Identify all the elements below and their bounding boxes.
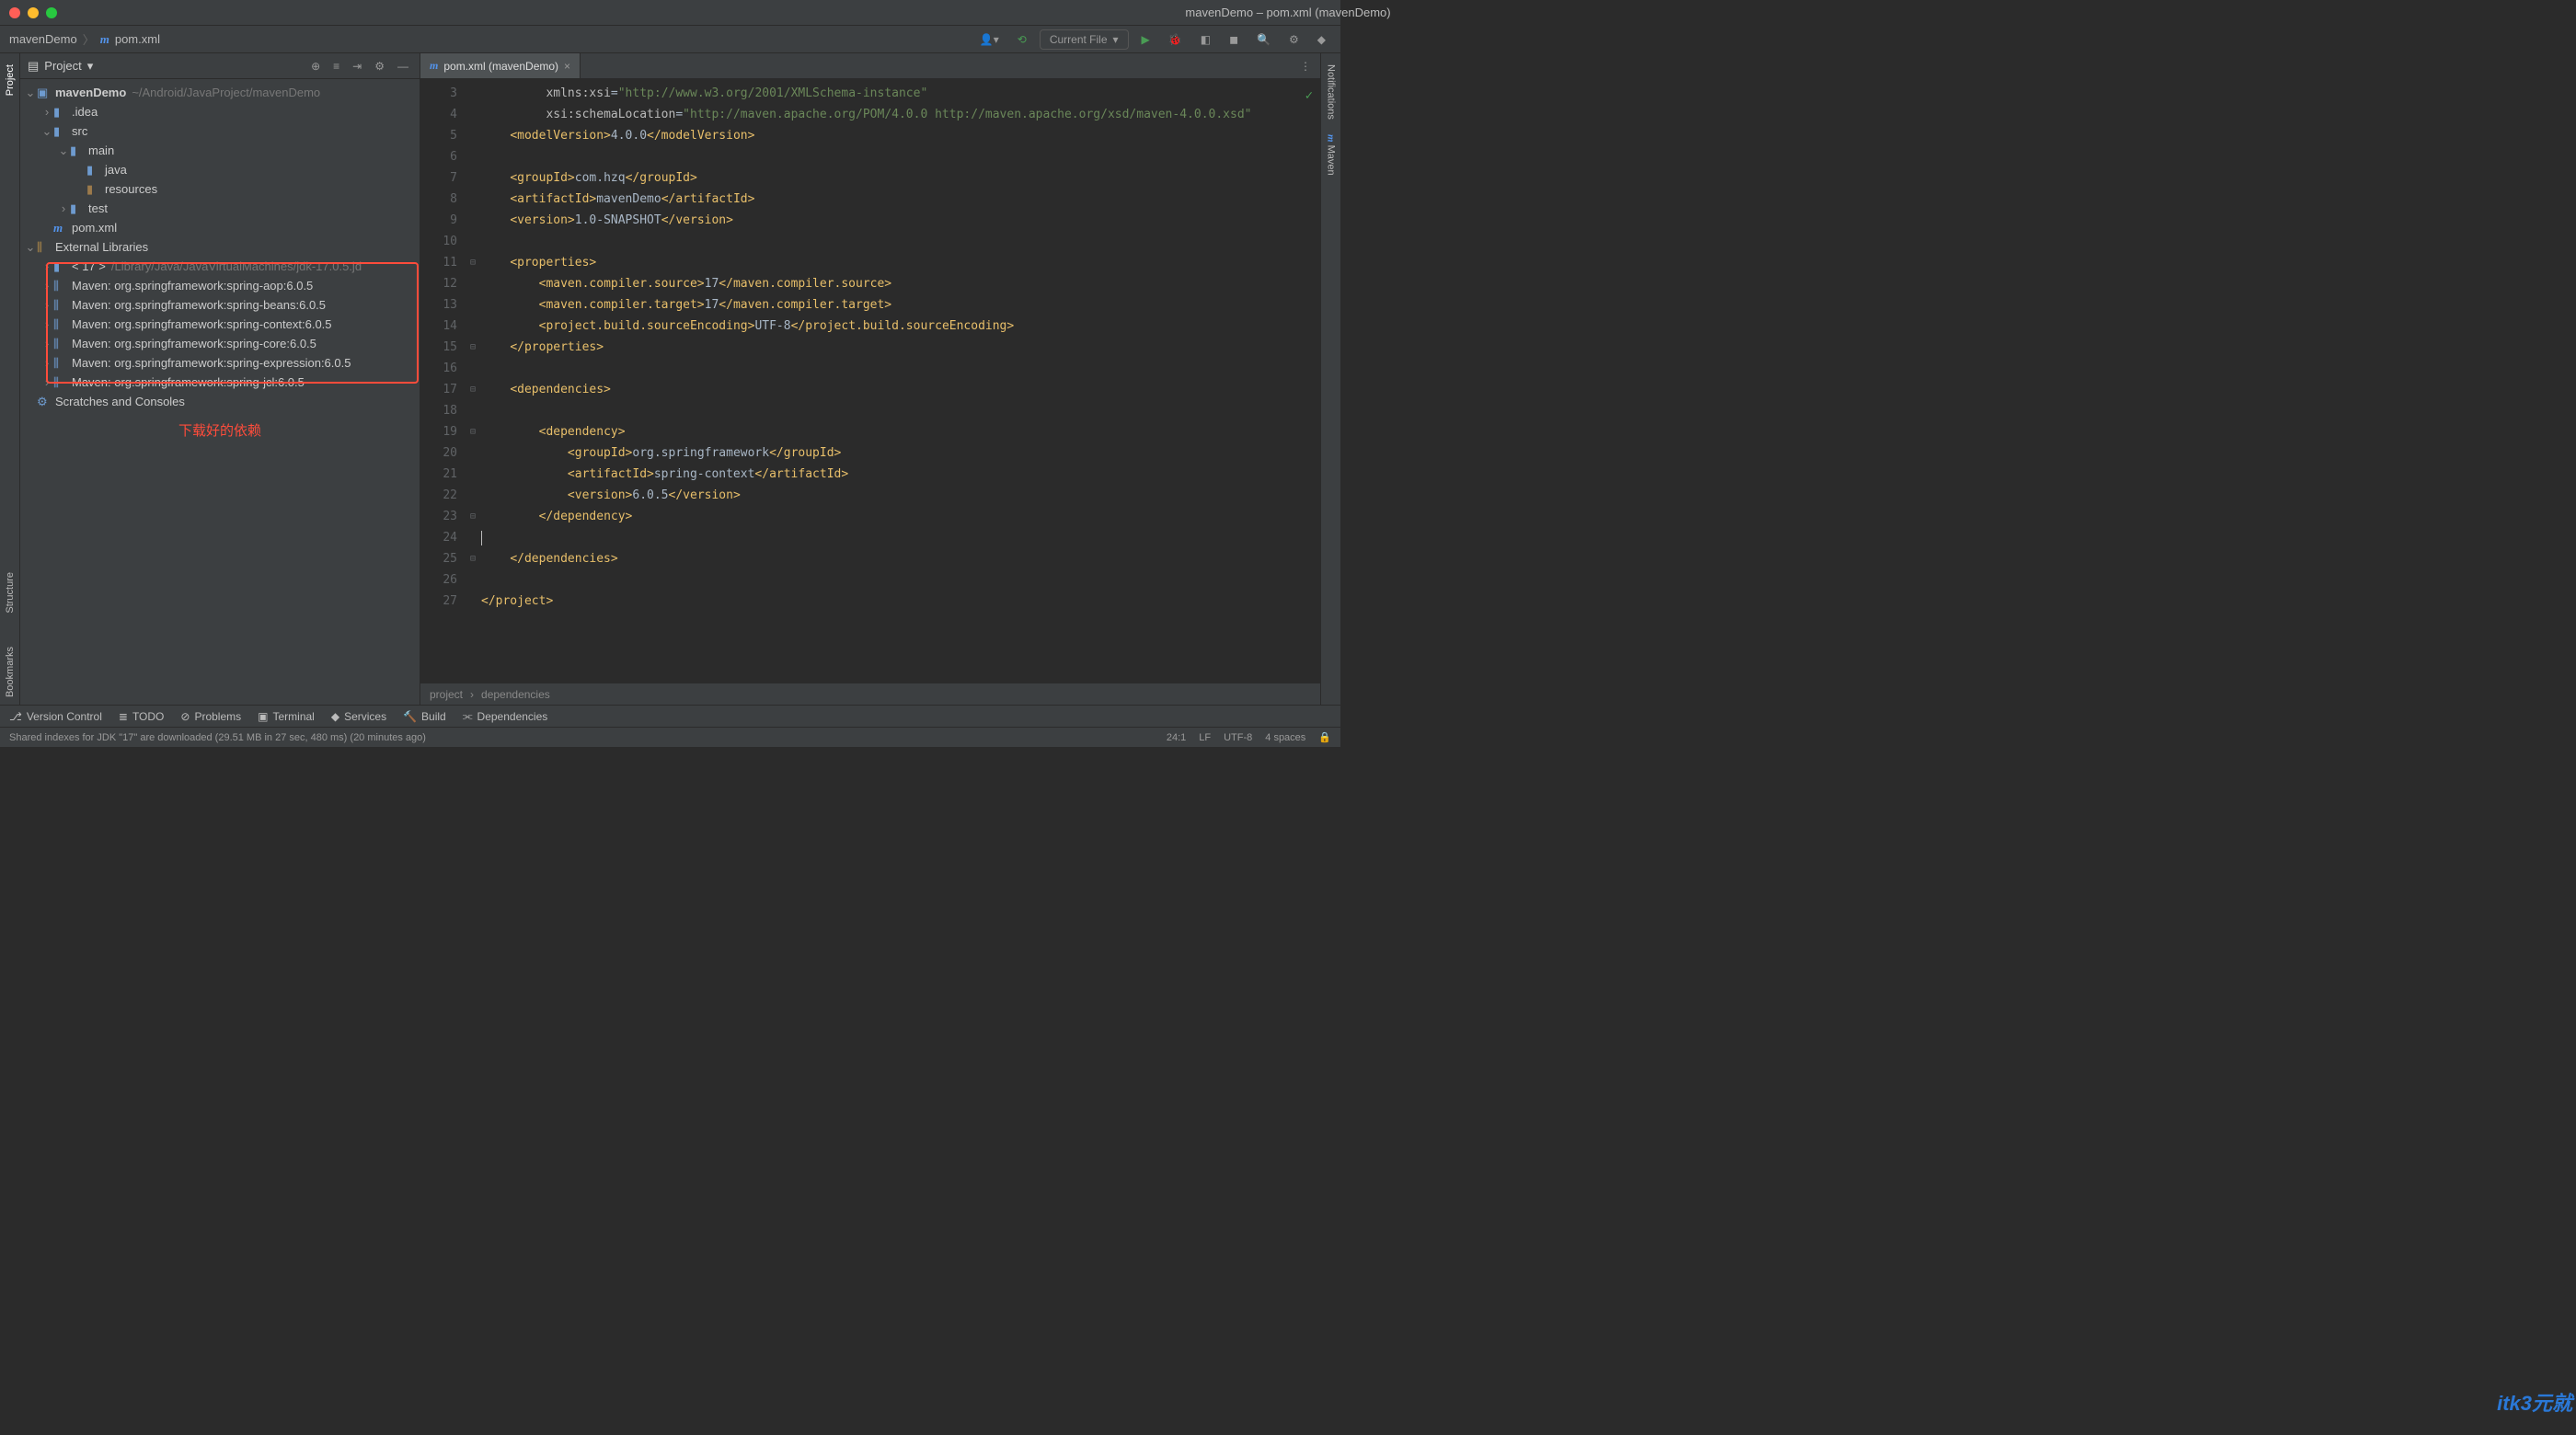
code-content[interactable]: xmlns:xsi="http://www.w3.org/2001/XMLSch… <box>481 79 1320 683</box>
line-gutter: 3456789101112131415161718192021222324252… <box>420 79 465 683</box>
tree-lib-item[interactable]: ⫼Maven: org.springframework:spring-aop:6… <box>20 276 420 295</box>
editor-tab[interactable]: m pom.xml (mavenDemo) × <box>420 53 581 78</box>
lock-icon[interactable]: 🔒 <box>1318 731 1331 743</box>
expand-all-icon[interactable]: ≡ <box>329 58 343 75</box>
run-config-selector[interactable]: Current File▾ <box>1040 29 1129 50</box>
crumb-deps[interactable]: dependencies <box>481 688 550 701</box>
debug-button[interactable]: 🐞 <box>1163 30 1188 49</box>
sidebar-settings-icon[interactable]: ⚙ <box>371 58 388 75</box>
left-tab-structure[interactable]: Structure <box>3 565 17 621</box>
tree-lib-item[interactable]: ⫼Maven: org.springframework:spring-expre… <box>20 353 420 373</box>
tree-lib-item[interactable]: ⫼Maven: org.springframework:spring-core:… <box>20 334 420 353</box>
editor-area: m pom.xml (mavenDemo) × ⋮ 34567891011121… <box>420 53 1320 705</box>
run-button[interactable]: ▶ <box>1136 30 1156 49</box>
chevron-icon: 〉 <box>83 30 95 48</box>
project-tree[interactable]: ▣mavenDemo~/Android/JavaProject/mavenDem… <box>20 79 420 705</box>
caret-position[interactable]: 24:1 <box>1167 732 1186 743</box>
status-message: Shared indexes for JDK "17" are download… <box>9 732 426 743</box>
encoding[interactable]: UTF-8 <box>1224 732 1252 743</box>
titlebar: mavenDemo – pom.xml (mavenDemo) <box>0 0 1340 26</box>
left-tab-bookmarks[interactable]: Bookmarks <box>3 639 17 705</box>
editor-breadcrumb: project › dependencies <box>420 683 1320 705</box>
sync-icon[interactable]: ⟲ <box>1012 30 1032 49</box>
breadcrumb: mavenDemo 〉 m pom.xml <box>9 30 160 48</box>
watermark: itk3元就 <box>2497 1387 2572 1417</box>
left-tab-project[interactable]: Project <box>3 57 17 103</box>
settings-icon[interactable]: ⚙ <box>1283 30 1305 49</box>
tool-terminal[interactable]: ▣ Terminal <box>258 710 315 723</box>
tool-build[interactable]: 🔨 Build <box>403 710 446 723</box>
tool-problems[interactable]: ⊘ Problems <box>180 710 241 723</box>
inspection-ok-icon[interactable]: ✓ <box>1305 88 1313 103</box>
maximize-window[interactable] <box>46 7 57 18</box>
tool-todo[interactable]: ≣ TODO <box>119 710 165 723</box>
sidebar-title[interactable]: ▤ Project ▾ <box>28 59 93 74</box>
indent[interactable]: 4 spaces <box>1265 732 1305 743</box>
breadcrumb-project[interactable]: mavenDemo <box>9 32 77 46</box>
coverage-button[interactable]: ◧ <box>1195 30 1216 49</box>
tab-label: pom.xml (mavenDemo) <box>443 60 558 73</box>
crumb-project[interactable]: project <box>430 688 463 701</box>
collapse-all-icon[interactable]: ⇥ <box>349 58 365 75</box>
breadcrumb-file[interactable]: pom.xml <box>115 32 160 46</box>
user-dropdown-icon[interactable]: 👤▾ <box>974 30 1005 49</box>
tree-lib-item[interactable]: ⫼Maven: org.springframework:spring-jcl:6… <box>20 373 420 392</box>
line-separator[interactable]: LF <box>1199 732 1211 743</box>
code-editor[interactable]: 3456789101112131415161718192021222324252… <box>420 79 1320 683</box>
search-icon[interactable]: 🔍 <box>1251 30 1276 49</box>
minimize-window[interactable] <box>28 7 39 18</box>
close-window[interactable] <box>9 7 20 18</box>
maven-file-icon: m <box>430 59 438 73</box>
ide-icon[interactable]: ◆ <box>1312 30 1331 49</box>
stop-button[interactable]: ◼ <box>1224 30 1244 49</box>
tab-menu-icon[interactable]: ⋮ <box>1291 53 1320 78</box>
editor-tabs: m pom.xml (mavenDemo) × ⋮ <box>420 53 1320 79</box>
status-bar: Shared indexes for JDK "17" are download… <box>0 727 1340 747</box>
chevron-icon: › <box>470 688 474 701</box>
tool-deps[interactable]: ⫘ Dependencies <box>463 709 548 723</box>
tool-services[interactable]: ◆ Services <box>331 710 386 723</box>
tree-lib-item[interactable]: ⫼Maven: org.springframework:spring-conte… <box>20 315 420 334</box>
right-tool-strip: Notifications m Maven <box>1320 53 1340 705</box>
close-tab-icon[interactable]: × <box>564 60 570 73</box>
left-tool-strip: Project Structure Bookmarks <box>0 53 20 705</box>
tree-lib-item[interactable]: ⫼Maven: org.springframework:spring-beans… <box>20 295 420 315</box>
project-sidebar: ▤ Project ▾ ⊕ ≡ ⇥ ⚙ — ▣mavenDemo~/Androi… <box>20 53 420 705</box>
maven-file-icon: m <box>100 32 109 47</box>
right-tab-notifications[interactable]: Notifications <box>1324 57 1339 127</box>
bottom-tools: ⎇ Version Control ≣ TODO ⊘ Problems ▣ Te… <box>0 705 1340 727</box>
annotation-text: 下载好的依赖 <box>20 420 420 440</box>
right-tab-maven[interactable]: m Maven <box>1324 127 1339 183</box>
tool-vcs[interactable]: ⎇ Version Control <box>9 710 102 723</box>
main-toolbar: mavenDemo 〉 m pom.xml 👤▾ ⟲ Current File▾… <box>0 26 1340 53</box>
fold-gutter[interactable]: ⊟⊟⊟⊟⊟⊟ <box>465 79 481 683</box>
locate-icon[interactable]: ⊕ <box>307 58 324 75</box>
hide-sidebar-icon[interactable]: — <box>394 58 412 75</box>
window-title: mavenDemo – pom.xml (mavenDemo) <box>1185 6 1390 19</box>
